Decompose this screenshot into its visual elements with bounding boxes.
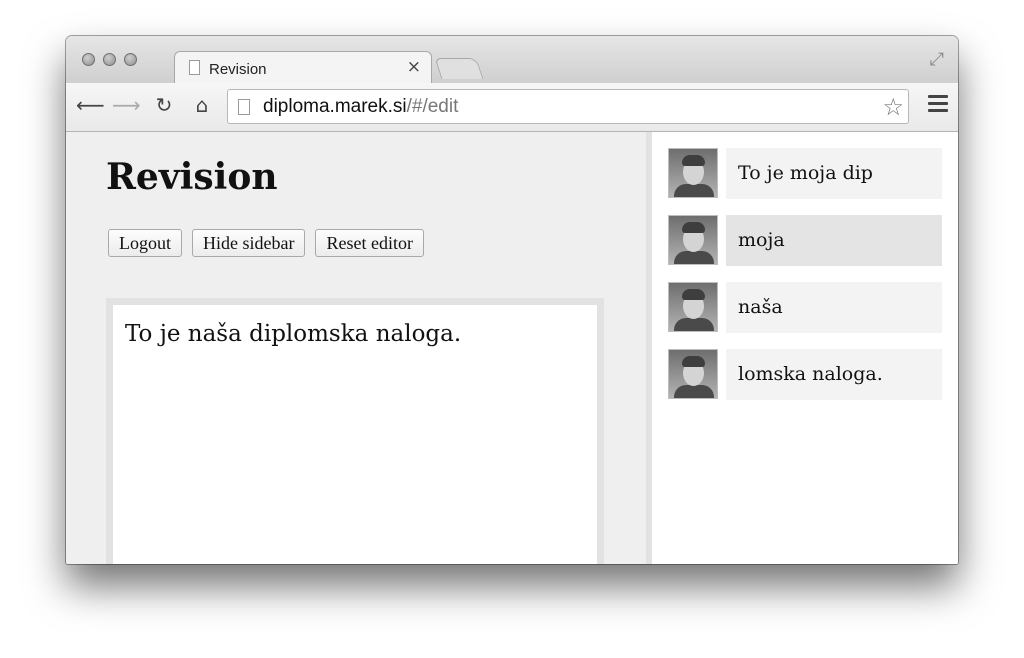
zoom-window-button[interactable]	[124, 53, 137, 66]
browser-menu-icon[interactable]	[928, 95, 948, 116]
browser-window: Revision × ⤢ ⟵ ⟶ ↻ ⌂ diploma.marek.si/#/…	[66, 36, 958, 564]
revision-item[interactable]: lomska naloga.	[668, 349, 942, 400]
revision-text: naša	[726, 282, 942, 333]
close-window-button[interactable]	[82, 53, 95, 66]
fullscreen-icon[interactable]: ⤢	[930, 49, 944, 70]
revision-text: To je moja dip	[726, 148, 942, 199]
page-content: Revision Logout Hide sidebar Reset edito…	[66, 132, 958, 564]
tab-close-icon[interactable]: ×	[407, 57, 421, 77]
editor-frame: To je naša diplomska naloga.	[106, 298, 604, 564]
bookmark-star-icon[interactable]: ☆	[882, 93, 904, 121]
browser-toolbar: ⟵ ⟶ ↻ ⌂ diploma.marek.si/#/edit ☆	[66, 83, 958, 132]
browser-tab[interactable]: Revision ×	[174, 51, 432, 84]
forward-arrow-icon[interactable]: ⟶	[112, 93, 141, 117]
title-bar: Revision × ⤢	[66, 36, 958, 84]
reset-editor-button[interactable]: Reset editor	[315, 229, 424, 257]
url-text[interactable]: diploma.marek.si/#/edit	[263, 96, 458, 118]
tab-title: Revision	[209, 61, 267, 78]
main-panel: Revision Logout Hide sidebar Reset edito…	[66, 132, 646, 564]
revision-sidebar: To je moja dip moja naša lomska naloga.	[652, 132, 958, 564]
new-tab-button[interactable]	[434, 58, 484, 79]
revision-item[interactable]: moja	[668, 215, 942, 266]
page-title: Revision	[106, 156, 278, 198]
text-editor[interactable]: To je naša diplomska naloga.	[113, 305, 597, 564]
page-icon	[238, 99, 250, 115]
revision-text: lomska naloga.	[726, 349, 942, 400]
url-host: diploma.marek.si	[263, 96, 407, 117]
traffic-lights	[82, 53, 137, 66]
minimize-window-button[interactable]	[103, 53, 116, 66]
avatar	[668, 148, 718, 198]
editor-content[interactable]: To je naša diplomska naloga.	[125, 321, 461, 347]
back-arrow-icon[interactable]: ⟵	[76, 93, 105, 117]
url-path: /#/edit	[406, 96, 459, 117]
avatar	[668, 215, 718, 265]
avatar	[668, 349, 718, 399]
revision-item[interactable]: naša	[668, 282, 942, 333]
avatar	[668, 282, 718, 332]
home-icon[interactable]: ⌂	[188, 93, 216, 117]
page-icon	[189, 60, 200, 75]
action-buttons: Logout Hide sidebar Reset editor	[108, 229, 424, 257]
revision-item[interactable]: To je moja dip	[668, 148, 942, 199]
address-bar[interactable]: diploma.marek.si/#/edit ☆	[227, 89, 909, 124]
revision-text: moja	[726, 215, 942, 266]
logout-button[interactable]: Logout	[108, 229, 182, 257]
reload-icon[interactable]: ↻	[150, 93, 178, 117]
hide-sidebar-button[interactable]: Hide sidebar	[192, 229, 306, 257]
